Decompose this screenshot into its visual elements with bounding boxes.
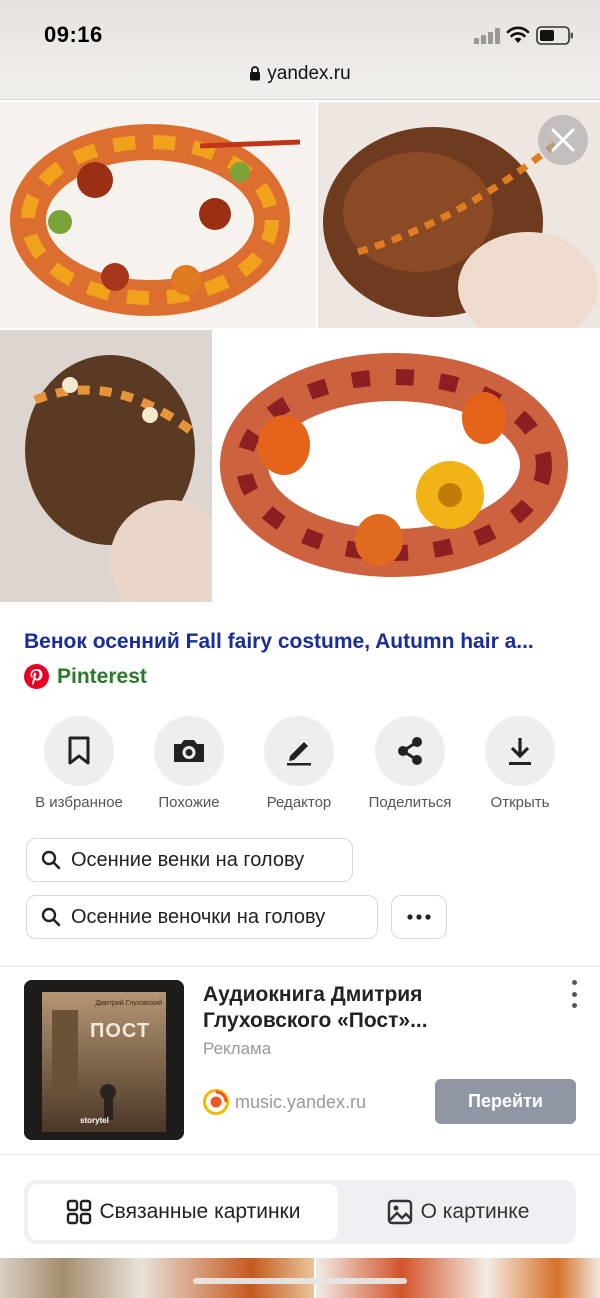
open-circle — [485, 716, 555, 786]
divider — [0, 966, 600, 967]
search-icon — [41, 907, 61, 927]
image-info-tabs: Связанные картинки О картинке — [24, 1180, 576, 1244]
bookmark-icon — [68, 736, 90, 765]
suggestion-text: Осенние веночки на голову — [71, 905, 326, 928]
favorite-button[interactable]: В избранное — [19, 716, 139, 811]
result-title-link[interactable]: Венок осенний Fall fairy costume, Autumn… — [24, 630, 580, 654]
source-name: Pinterest — [57, 664, 147, 688]
cover-title: ПОСТ — [90, 1020, 151, 1042]
download-icon — [509, 738, 531, 765]
similar-circle — [154, 716, 224, 786]
open-button[interactable]: Открыть — [460, 716, 580, 811]
image-icon — [387, 1199, 412, 1225]
divider — [0, 1154, 600, 1155]
more-suggestions-button[interactable] — [391, 895, 447, 939]
ad-label: Реклама — [203, 1039, 272, 1058]
editor-button[interactable]: Редактор — [239, 716, 359, 811]
status-bar: 09:16 yandex.ru — [0, 0, 600, 100]
favorite-label: В избранное — [35, 794, 123, 811]
favorite-circle — [44, 716, 114, 786]
url-text: yandex.ru — [267, 63, 351, 84]
similar-button[interactable]: Похожие — [129, 716, 249, 811]
result-image-hair-flowers[interactable] — [0, 330, 212, 602]
suggestion-chip[interactable]: Осенние венки на голову — [26, 838, 353, 882]
close-icon — [551, 128, 575, 152]
editor-circle — [264, 716, 334, 786]
ad-domain[interactable]: music.yandex.ru — [203, 1089, 366, 1115]
ad-image-book-cover[interactable]: Дмитрий Глуховский ПОСТ storytel — [24, 980, 184, 1140]
share-label: Поделиться — [368, 794, 452, 811]
close-button[interactable] — [538, 115, 588, 165]
tab-about-label: О картинке — [420, 1200, 530, 1223]
clock: 09:16 — [44, 22, 103, 47]
suggestion-chip[interactable]: Осенние веночки на голову — [26, 895, 378, 939]
lock-icon — [250, 66, 261, 81]
result-image-wreath-leaves[interactable] — [0, 102, 316, 328]
cover-author: Дмитрий Глуховский — [95, 1000, 162, 1007]
more-horizontal-icon — [407, 914, 431, 920]
ad-menu-button[interactable] — [566, 980, 582, 1008]
yandex-music-icon — [203, 1089, 229, 1115]
dot — [571, 1003, 577, 1008]
result-source[interactable]: Pinterest — [24, 664, 147, 689]
ad-go-button[interactable]: Перейти — [435, 1079, 576, 1124]
dot — [571, 991, 577, 997]
suggestion-text: Осенние венки на голову — [71, 848, 305, 871]
camera-icon — [174, 740, 204, 762]
cover-brand: storytel — [80, 1116, 109, 1125]
ad-domain-text: music.yandex.ru — [235, 1091, 367, 1112]
address-bar[interactable]: yandex.ru — [0, 63, 600, 85]
home-indicator — [193, 1278, 407, 1284]
pinterest-logo-icon — [24, 664, 49, 689]
dot — [571, 980, 577, 985]
tab-related-images[interactable]: Связанные картинки — [28, 1184, 338, 1240]
share-icon — [398, 737, 422, 765]
editor-label: Редактор — [266, 794, 332, 811]
similar-label: Похожие — [158, 794, 220, 811]
ad-title[interactable]: Аудиокнига Дмитрия Глуховского «Пост»... — [203, 982, 543, 1034]
share-button[interactable]: Поделиться — [350, 716, 470, 811]
wifi-icon — [506, 26, 530, 43]
share-circle — [375, 716, 445, 786]
search-icon — [41, 850, 61, 870]
pencil-icon — [287, 742, 311, 766]
result-image-wreath-physalis[interactable] — [214, 330, 600, 602]
open-label: Открыть — [490, 794, 550, 811]
grid-icon — [66, 1199, 91, 1225]
tab-about-image[interactable]: О картинке — [344, 1184, 572, 1240]
tab-related-label: Связанные картинки — [99, 1200, 301, 1223]
battery-icon — [536, 26, 573, 45]
cellular-signal-icon — [474, 28, 502, 44]
